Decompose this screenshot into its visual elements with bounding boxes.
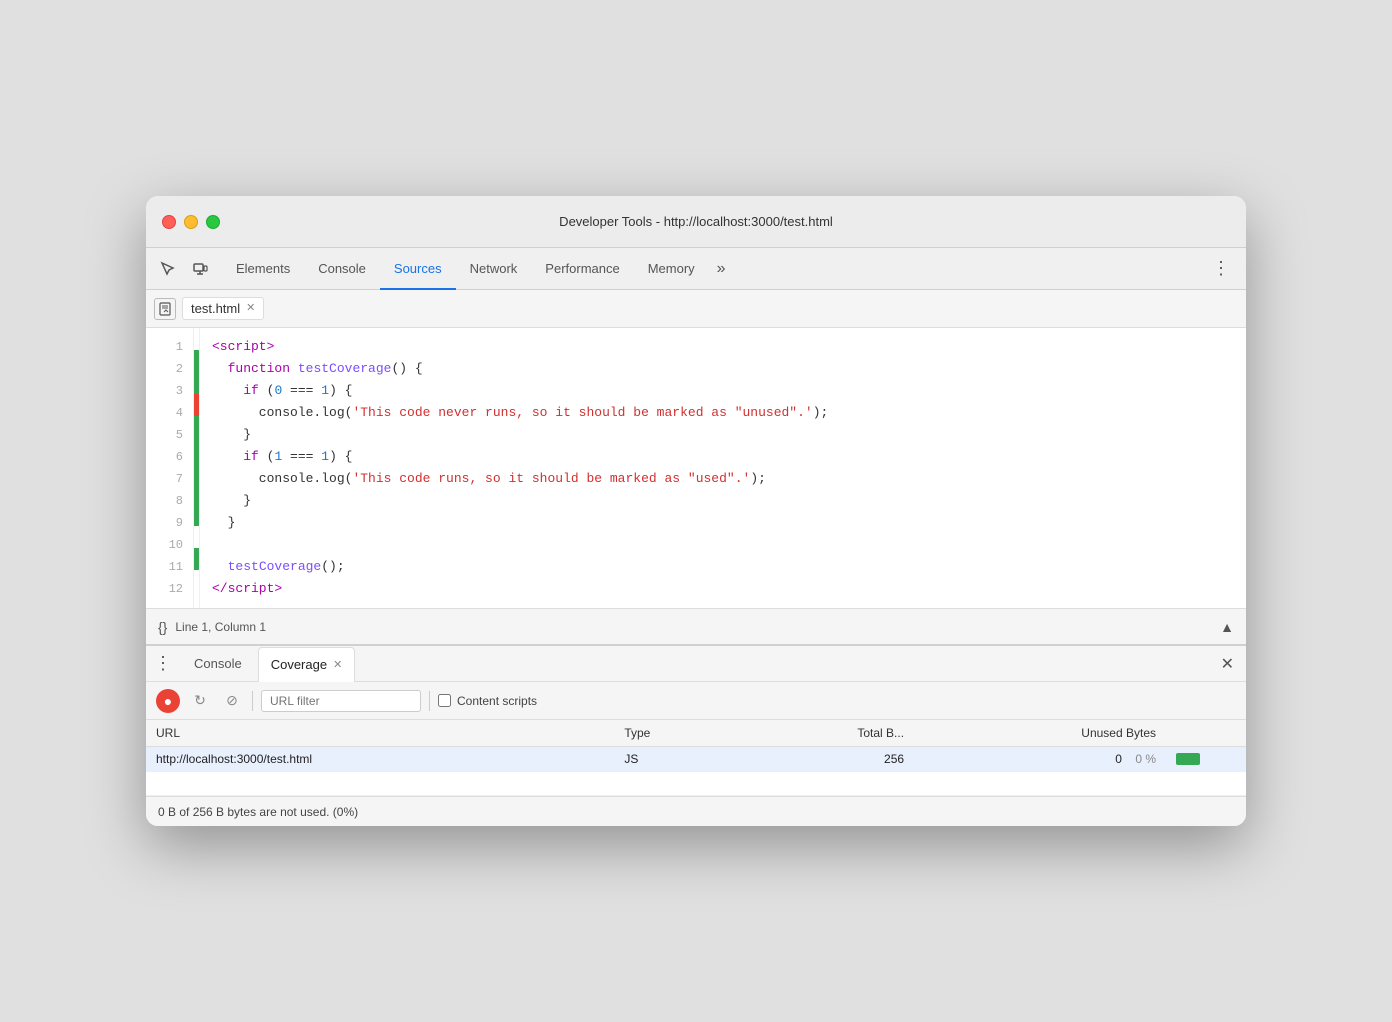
file-tab-close[interactable]: ✕ bbox=[246, 303, 255, 314]
line-num-2: 2 bbox=[146, 358, 193, 380]
code-content[interactable]: <script> function testCoverage() { if (0… bbox=[200, 328, 1246, 608]
devtools-window: Developer Tools - http://localhost:3000/… bbox=[146, 196, 1246, 826]
minimize-button[interactable] bbox=[184, 215, 198, 229]
table-row-empty bbox=[146, 772, 1246, 796]
toolbar-icons bbox=[154, 255, 214, 283]
cov-10 bbox=[194, 526, 199, 548]
content-scripts-checkbox-wrapper: Content scripts bbox=[438, 694, 537, 708]
line-num-12: 12 bbox=[146, 578, 193, 600]
coverage-table-container: URL Type Total B... Unused Bytes http://… bbox=[146, 720, 1246, 796]
bottom-tab-coverage[interactable]: Coverage ✕ bbox=[258, 647, 356, 682]
traffic-lights bbox=[162, 215, 220, 229]
sources-toolbar: test.html ✕ bbox=[146, 290, 1246, 328]
cov-7 bbox=[194, 460, 199, 482]
cov-4 bbox=[194, 394, 199, 416]
tab-performance[interactable]: Performance bbox=[531, 249, 633, 290]
device-icon[interactable] bbox=[186, 255, 214, 283]
file-tab[interactable]: test.html ✕ bbox=[182, 297, 264, 320]
coverage-footer: 0 B of 256 B bytes are not used. (0%) bbox=[146, 796, 1246, 826]
cov-2 bbox=[194, 350, 199, 372]
bottom-panel: ⋮ Console Coverage ✕ ✕ ● ↻ ⊘ Content scr… bbox=[146, 644, 1246, 826]
inspect-icon[interactable] bbox=[154, 255, 182, 283]
window-title: Developer Tools - http://localhost:3000/… bbox=[559, 214, 833, 229]
table-row[interactable]: http://localhost:3000/test.html JS 256 0… bbox=[146, 747, 1246, 772]
line-num-6: 6 bbox=[146, 446, 193, 468]
code-editor: 1 2 3 4 5 6 7 8 9 10 11 12 <scr bbox=[146, 328, 1246, 608]
cell-url: http://localhost:3000/test.html bbox=[146, 747, 614, 772]
line-num-4: 4 bbox=[146, 402, 193, 424]
tab-memory[interactable]: Memory bbox=[634, 249, 709, 290]
cov-9 bbox=[194, 504, 199, 526]
table-header-row: URL Type Total B... Unused Bytes bbox=[146, 720, 1246, 747]
coverage-bar bbox=[1176, 753, 1200, 765]
reload-button[interactable]: ↻ bbox=[188, 689, 212, 713]
clear-button[interactable]: ⊘ bbox=[220, 689, 244, 713]
separator-1 bbox=[252, 691, 253, 711]
coverage-toolbar: ● ↻ ⊘ Content scripts bbox=[146, 682, 1246, 720]
line-num-8: 8 bbox=[146, 490, 193, 512]
record-button[interactable]: ● bbox=[156, 689, 180, 713]
bottom-tabs-bar: ⋮ Console Coverage ✕ ✕ bbox=[146, 646, 1246, 682]
url-filter-input[interactable] bbox=[261, 690, 421, 712]
tab-list: Elements Console Sources Network Perform… bbox=[222, 248, 734, 289]
close-button[interactable] bbox=[162, 215, 176, 229]
cov-12 bbox=[194, 570, 199, 592]
separator-2 bbox=[429, 691, 430, 711]
cov-11 bbox=[194, 548, 199, 570]
line-num-3: 3 bbox=[146, 380, 193, 402]
line-num-1: 1 bbox=[146, 336, 193, 358]
cursor-position: Line 1, Column 1 bbox=[175, 620, 1212, 634]
tab-console[interactable]: Console bbox=[304, 249, 380, 290]
col-url[interactable]: URL bbox=[146, 720, 614, 747]
scroll-top-button[interactable]: ▲ bbox=[1220, 619, 1234, 635]
cov-3 bbox=[194, 372, 199, 394]
line-num-10: 10 bbox=[146, 534, 193, 556]
coverage-summary: 0 B of 256 B bytes are not used. (0%) bbox=[158, 805, 358, 819]
bottom-tab-console[interactable]: Console bbox=[182, 646, 254, 681]
file-tab-label: test.html bbox=[191, 301, 240, 316]
cov-6 bbox=[194, 438, 199, 460]
cov-8 bbox=[194, 482, 199, 504]
tab-network[interactable]: Network bbox=[456, 249, 532, 290]
cov-1 bbox=[194, 328, 199, 350]
line-num-9: 9 bbox=[146, 512, 193, 534]
line-num-11: 11 bbox=[146, 556, 193, 578]
title-bar: Developer Tools - http://localhost:3000/… bbox=[146, 196, 1246, 248]
status-bar: {} Line 1, Column 1 ▲ bbox=[146, 608, 1246, 644]
line-num-5: 5 bbox=[146, 424, 193, 446]
col-unused-bytes[interactable]: Unused Bytes bbox=[914, 720, 1166, 747]
line-num-7: 7 bbox=[146, 468, 193, 490]
cell-unused-bytes: 0 0 % bbox=[914, 747, 1166, 772]
col-bar bbox=[1166, 720, 1246, 747]
fullscreen-button[interactable] bbox=[206, 215, 220, 229]
cell-bar bbox=[1166, 747, 1246, 772]
toolbar-menu-button[interactable]: ⋮ bbox=[1204, 254, 1238, 283]
cov-5 bbox=[194, 416, 199, 438]
tab-elements[interactable]: Elements bbox=[222, 249, 304, 290]
tab-sources[interactable]: Sources bbox=[380, 249, 456, 290]
page-icon[interactable] bbox=[154, 298, 176, 320]
bottom-panel-close[interactable]: ✕ bbox=[1217, 650, 1238, 678]
cell-total-bytes: 256 bbox=[737, 747, 914, 772]
line-numbers: 1 2 3 4 5 6 7 8 9 10 11 12 bbox=[146, 328, 194, 608]
col-total-bytes[interactable]: Total B... bbox=[737, 720, 914, 747]
format-button[interactable]: {} bbox=[158, 619, 167, 635]
main-toolbar: Elements Console Sources Network Perform… bbox=[146, 248, 1246, 290]
coverage-table: URL Type Total B... Unused Bytes http://… bbox=[146, 720, 1246, 796]
bottom-tab-more-icon[interactable]: ⋮ bbox=[154, 653, 172, 674]
content-scripts-label: Content scripts bbox=[457, 694, 537, 708]
content-scripts-checkbox[interactable] bbox=[438, 694, 451, 707]
cell-type: JS bbox=[614, 747, 736, 772]
tab-more[interactable]: » bbox=[709, 248, 734, 289]
col-type[interactable]: Type bbox=[614, 720, 736, 747]
coverage-tab-close[interactable]: ✕ bbox=[333, 658, 342, 671]
